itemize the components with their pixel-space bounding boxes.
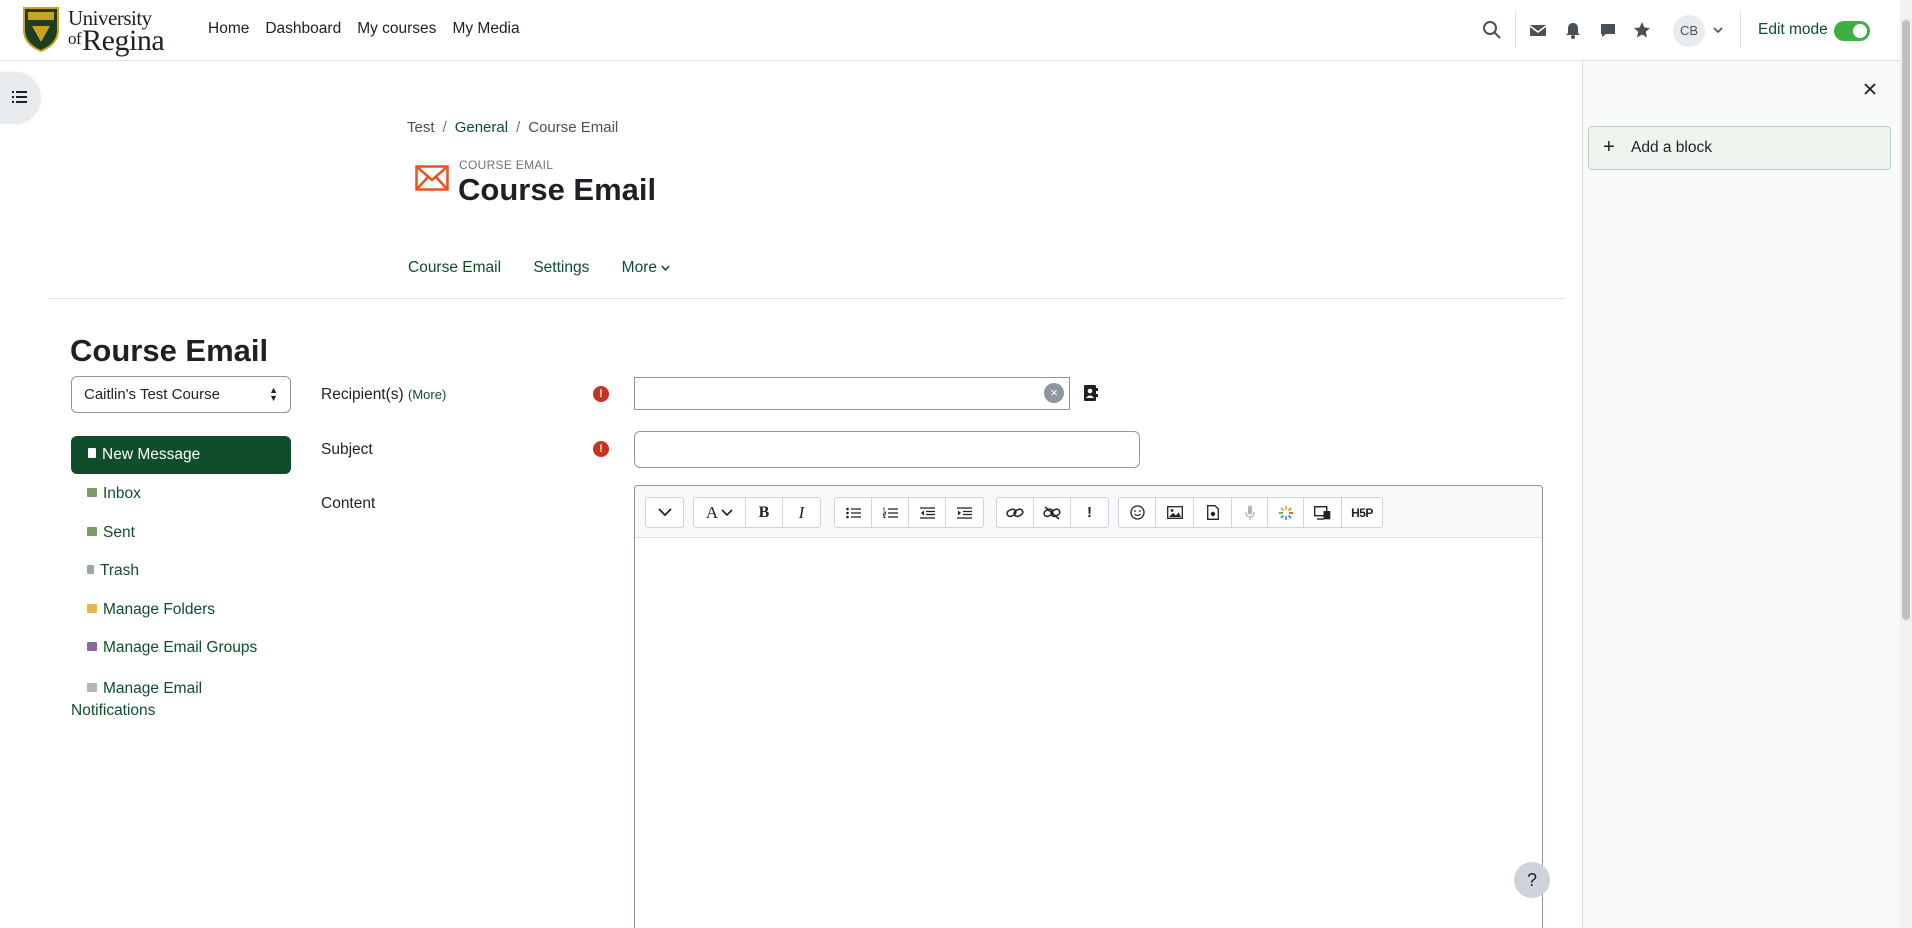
tab-course-email[interactable]: Course Email	[408, 259, 501, 276]
chevron-down-icon	[661, 265, 670, 272]
link-icon[interactable]	[997, 498, 1034, 527]
menu-manage-email-groups[interactable]: Manage Email Groups	[87, 639, 257, 657]
italic-icon[interactable]: I	[783, 498, 820, 527]
recipients-more-link[interactable]: (More)	[408, 387, 446, 402]
editor-toolbar: A B I ! H5P	[635, 486, 1542, 538]
tab-settings[interactable]: Settings	[533, 259, 589, 276]
shield-crest-icon	[23, 7, 59, 52]
text-style-icon[interactable]: A	[694, 498, 746, 527]
divider	[1515, 12, 1516, 48]
course-select-value: Caitlin's Test Course	[84, 386, 220, 403]
close-icon[interactable]	[1861, 80, 1879, 98]
outdent-icon[interactable]	[909, 498, 946, 527]
help-button[interactable]: ?	[1514, 862, 1550, 898]
page-scrollbar[interactable]	[1900, 0, 1912, 928]
subject-input[interactable]	[634, 431, 1140, 468]
bullet-list-icon[interactable]	[835, 498, 872, 527]
divider	[1740, 12, 1741, 48]
envelope-module-icon	[415, 165, 449, 191]
breadcrumb-test: Test	[407, 119, 435, 136]
edit-mode-toggle[interactable]	[1834, 21, 1870, 41]
course-index-toggle[interactable]	[0, 72, 40, 122]
indent-icon[interactable]	[946, 498, 983, 527]
expand-icon[interactable]	[646, 498, 683, 527]
emoji-icon[interactable]	[1119, 498, 1156, 527]
toolbar-group	[834, 497, 984, 528]
toolbar-group: !	[996, 497, 1109, 528]
required-icon: !	[593, 386, 609, 402]
notification-icon	[87, 683, 97, 692]
menu-new-message[interactable]: New Message	[71, 436, 291, 474]
page-title: Course Email	[458, 172, 657, 207]
list-icon	[12, 91, 27, 103]
module-pretitle: COURSE EMAIL	[459, 158, 554, 172]
recipients-input[interactable]	[634, 377, 1070, 410]
nav-home[interactable]: Home	[200, 20, 257, 38]
folder-icon	[87, 604, 97, 613]
add-block-button[interactable]: + Add a block	[1588, 126, 1891, 170]
breadcrumb-current: Course Email	[528, 119, 619, 136]
toolbar-group: H5P	[1118, 497, 1383, 528]
updown-caret-icon: ▲ ▼	[269, 385, 278, 403]
clear-icon[interactable]: ×	[1044, 383, 1064, 403]
recordrtc-icon[interactable]	[1232, 498, 1268, 527]
recipients-label: Recipient(s) (More)	[321, 386, 447, 403]
content-title: Course Email	[70, 333, 269, 368]
image-icon[interactable]	[1156, 498, 1194, 527]
required-icon: !	[593, 441, 609, 457]
address-book-icon[interactable]	[1084, 385, 1098, 401]
scrollbar-thumb[interactable]	[1902, 20, 1910, 620]
content-label: Content	[321, 495, 376, 512]
sent-icon	[87, 527, 97, 536]
edit-mode-label: Edit mode	[1758, 21, 1828, 38]
screen-icon[interactable]	[1304, 498, 1342, 527]
trash-icon	[87, 565, 94, 574]
menu-trash[interactable]: Trash	[87, 562, 139, 580]
menu-manage-email-notifications[interactable]: Manage Email Notifications	[71, 678, 202, 722]
breadcrumb: Test / General / Course Email	[407, 119, 619, 136]
nav-my-media[interactable]: My Media	[444, 20, 527, 38]
h5p-icon[interactable]: H5P	[1342, 498, 1382, 527]
kaltura-icon[interactable]	[1268, 498, 1304, 527]
nav-my-courses[interactable]: My courses	[349, 20, 444, 38]
top-navbar: University ofRegina Home Dashboard My co…	[0, 0, 1900, 61]
numbered-list-icon[interactable]	[872, 498, 909, 527]
chevron-down-icon[interactable]	[1712, 24, 1724, 36]
primary-navigation: Home Dashboard My courses My Media	[200, 20, 528, 38]
plus-icon: +	[1603, 136, 1615, 158]
secondary-navigation: Course Email Settings More	[408, 259, 698, 277]
toolbar-group: A B I	[693, 497, 821, 528]
content-editor[interactable]: A B I ! H5P	[634, 485, 1543, 928]
search-icon[interactable]	[1482, 20, 1502, 40]
add-block-label: Add a block	[1631, 139, 1712, 156]
toolbar-group	[645, 497, 684, 528]
university-logo[interactable]: University ofRegina	[22, 6, 172, 57]
menu-manage-folders[interactable]: Manage Folders	[87, 601, 215, 619]
bell-icon[interactable]	[1563, 20, 1583, 40]
breadcrumb-general[interactable]: General	[455, 119, 508, 136]
no-autolink-icon[interactable]: !	[1071, 498, 1108, 527]
user-avatar[interactable]: CB	[1673, 15, 1705, 47]
envelope-icon[interactable]	[1528, 20, 1548, 40]
tab-more[interactable]: More	[622, 259, 671, 276]
nav-dashboard[interactable]: Dashboard	[257, 20, 349, 38]
course-select[interactable]: Caitlin's Test Course ▲ ▼	[71, 376, 291, 413]
unlink-icon[interactable]	[1034, 498, 1071, 527]
logo-text-line2: ofRegina	[68, 24, 165, 57]
document-icon	[88, 448, 96, 458]
inbox-icon	[87, 488, 97, 497]
menu-inbox[interactable]: Inbox	[87, 485, 141, 503]
menu-sent[interactable]: Sent	[87, 524, 135, 542]
bold-icon[interactable]: B	[746, 498, 783, 527]
star-icon[interactable]	[1632, 20, 1652, 40]
chat-icon[interactable]	[1598, 20, 1618, 40]
group-icon	[87, 642, 97, 651]
header-divider	[48, 298, 1566, 299]
media-icon[interactable]	[1194, 498, 1232, 527]
block-drawer	[1582, 61, 1900, 928]
subject-label: Subject	[321, 441, 373, 458]
